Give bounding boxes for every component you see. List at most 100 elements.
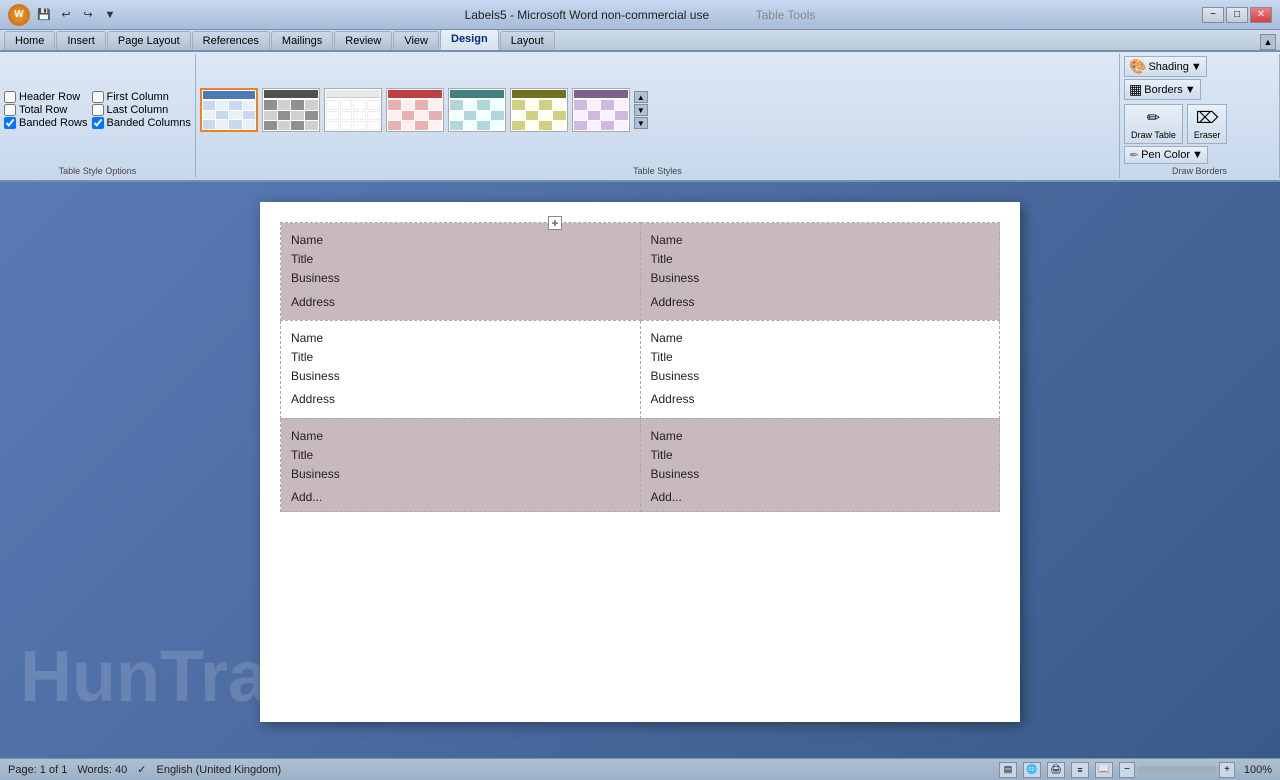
tab-pagelayout[interactable]: Page Layout — [107, 31, 191, 50]
first-column-checkbox[interactable] — [92, 91, 104, 103]
page-info: Page: 1 of 1 — [8, 764, 67, 776]
tab-bar: Home Insert Page Layout References Maili… — [0, 30, 1280, 52]
title-bar: W 💾 ↩ ↪ ▼ Labels5 - Microsoft Word non-c… — [0, 0, 1280, 30]
close-button[interactable]: ✕ — [1250, 7, 1272, 23]
total-row-label: Total Row — [19, 104, 67, 116]
eraser-button[interactable]: ⌦ Eraser — [1187, 104, 1228, 144]
banded-columns-checkbox[interactable] — [92, 117, 104, 129]
view-outline-button[interactable]: ≡ — [1071, 762, 1089, 778]
header-row-checkbox[interactable] — [4, 91, 16, 103]
label-title-2-1: Title — [291, 348, 630, 367]
banded-rows-checkbox-label[interactable]: Banded Rows — [4, 117, 88, 129]
borders-row: ▦ Borders ▼ — [1124, 79, 1201, 100]
last-column-checkbox[interactable] — [92, 104, 104, 116]
label-cell-2-1[interactable]: Name Title Business Address — [281, 320, 641, 418]
tab-design[interactable]: Design — [440, 29, 499, 50]
view-normal-button[interactable]: ▤ — [999, 762, 1017, 778]
undo-button[interactable]: ↩ — [56, 5, 76, 25]
last-column-label: Last Column — [107, 104, 169, 116]
eraser-label: Eraser — [1194, 130, 1221, 140]
label-address-1-2: Address — [651, 293, 990, 312]
label-cell-3-1[interactable]: Name Title Business Add... — [281, 418, 641, 512]
tab-insert[interactable]: Insert — [56, 31, 106, 50]
draw-table-icon: ✏ — [1147, 108, 1160, 128]
draw-borders-label: Draw Borders — [1124, 164, 1275, 176]
eraser-icon: ⌦ — [1196, 108, 1219, 128]
label-cell-1-2[interactable]: Name Title Business Address — [640, 223, 1000, 321]
tab-bar-right: ▲ — [1260, 34, 1276, 50]
tab-mailings[interactable]: Mailings — [271, 31, 333, 50]
label-cell-2-2[interactable]: Name Title Business Address — [640, 320, 1000, 418]
style-red[interactable] — [386, 88, 444, 132]
tab-review[interactable]: Review — [334, 31, 392, 50]
pen-color-label: Pen Color — [1141, 149, 1190, 161]
zoom-out-button[interactable]: − — [1119, 762, 1135, 778]
table-tools-label: Table Tools — [756, 8, 816, 22]
shading-icon: 🎨 — [1129, 58, 1146, 75]
qa-more-button[interactable]: ▼ — [100, 5, 120, 25]
view-print-button[interactable]: 🖨 — [1047, 762, 1065, 778]
save-button[interactable]: 💾 — [34, 5, 54, 25]
total-row-checkbox-label[interactable]: Total Row — [4, 104, 88, 116]
draw-table-label: Draw Table — [1131, 130, 1176, 140]
office-button[interactable]: W — [8, 4, 30, 26]
label-name-2-2: Name — [651, 329, 990, 348]
label-business-3-1: Business — [291, 465, 630, 484]
tab-home[interactable]: Home — [4, 31, 55, 50]
tab-layout[interactable]: Layout — [500, 31, 555, 50]
label-business-1-1: Business — [291, 269, 630, 288]
style-dark[interactable] — [262, 88, 320, 132]
zoom-level[interactable]: 100% — [1237, 764, 1272, 776]
checkbox-column-right: First Column Last Column Banded Columns — [92, 91, 191, 129]
spell-check-icon[interactable]: ✓ — [137, 763, 146, 776]
ribbon-expand-button[interactable]: ▲ — [1260, 34, 1276, 50]
banded-columns-checkbox-label[interactable]: Banded Columns — [92, 117, 191, 129]
styles-scroll-arrows: ▲ ▼ ▼ — [634, 91, 648, 129]
label-cell-1-1[interactable]: Name Title Business Address — [281, 223, 641, 321]
view-reading-button[interactable]: 📖 — [1095, 762, 1113, 778]
style-teal[interactable] — [448, 88, 506, 132]
total-row-checkbox[interactable] — [4, 104, 16, 116]
pen-color-row: ✒ Pen Color ▼ — [1124, 146, 1208, 164]
words-count: Words: 40 — [77, 764, 127, 776]
tab-references[interactable]: References — [192, 31, 270, 50]
first-column-checkbox-label[interactable]: First Column — [92, 91, 191, 103]
table-move-handle[interactable]: ✛ — [548, 216, 562, 230]
scroll-up-button[interactable]: ▲ — [634, 91, 648, 103]
borders-icon: ▦ — [1129, 81, 1142, 98]
quick-access-toolbar: 💾 ↩ ↪ ▼ — [34, 5, 120, 25]
style-plain-lines[interactable] — [324, 88, 382, 132]
pen-color-button[interactable]: ✒ Pen Color ▼ — [1124, 146, 1208, 164]
style-olive[interactable] — [510, 88, 568, 132]
label-cell-3-2[interactable]: Name Title Business Add... — [640, 418, 1000, 512]
title-text: Labels5 - Microsoft Word non-commercial … — [465, 8, 710, 22]
redo-button[interactable]: ↪ — [78, 5, 98, 25]
borders-button[interactable]: ▦ Borders ▼ — [1124, 79, 1201, 100]
shading-button[interactable]: 🎨 Shading ▼ — [1124, 56, 1207, 77]
table-row: Name Title Business Add... Name Title Bu… — [281, 418, 1000, 512]
language-indicator[interactable]: English (United Kingdom) — [156, 764, 281, 776]
label-business-2-1: Business — [291, 367, 630, 386]
borders-dropdown-arrow: ▼ — [1185, 84, 1196, 96]
scroll-down-button[interactable]: ▼ — [634, 104, 648, 116]
header-row-checkbox-label[interactable]: Header Row — [4, 91, 88, 103]
label-address-3-2: Add... — [651, 488, 990, 507]
draw-table-button[interactable]: ✏ Draw Table — [1124, 104, 1183, 144]
style-selected[interactable] — [200, 88, 258, 132]
label-address-2-2: Address — [651, 390, 990, 409]
document-area: HunTrail ✛ Name Title Business Address N… — [0, 182, 1280, 758]
minimize-button[interactable]: − — [1202, 7, 1224, 23]
last-column-checkbox-label[interactable]: Last Column — [92, 104, 191, 116]
tab-view[interactable]: View — [393, 31, 439, 50]
banded-rows-checkbox[interactable] — [4, 117, 16, 129]
view-web-button[interactable]: 🌐 — [1023, 762, 1041, 778]
maximize-button[interactable]: □ — [1226, 7, 1248, 23]
zoom-in-button[interactable]: + — [1219, 762, 1235, 778]
style-purple[interactable] — [572, 88, 630, 132]
zoom-slider[interactable] — [1137, 766, 1217, 774]
window-controls: − □ ✕ — [1202, 7, 1272, 23]
draw-borders-group: 🎨 Shading ▼ ▦ Borders ▼ ✏ Draw Table — [1120, 54, 1280, 178]
label-title-1-1: Title — [291, 250, 630, 269]
scroll-expand-button[interactable]: ▼ — [634, 117, 648, 129]
table-row: Name Title Business Address Name Title B… — [281, 320, 1000, 418]
